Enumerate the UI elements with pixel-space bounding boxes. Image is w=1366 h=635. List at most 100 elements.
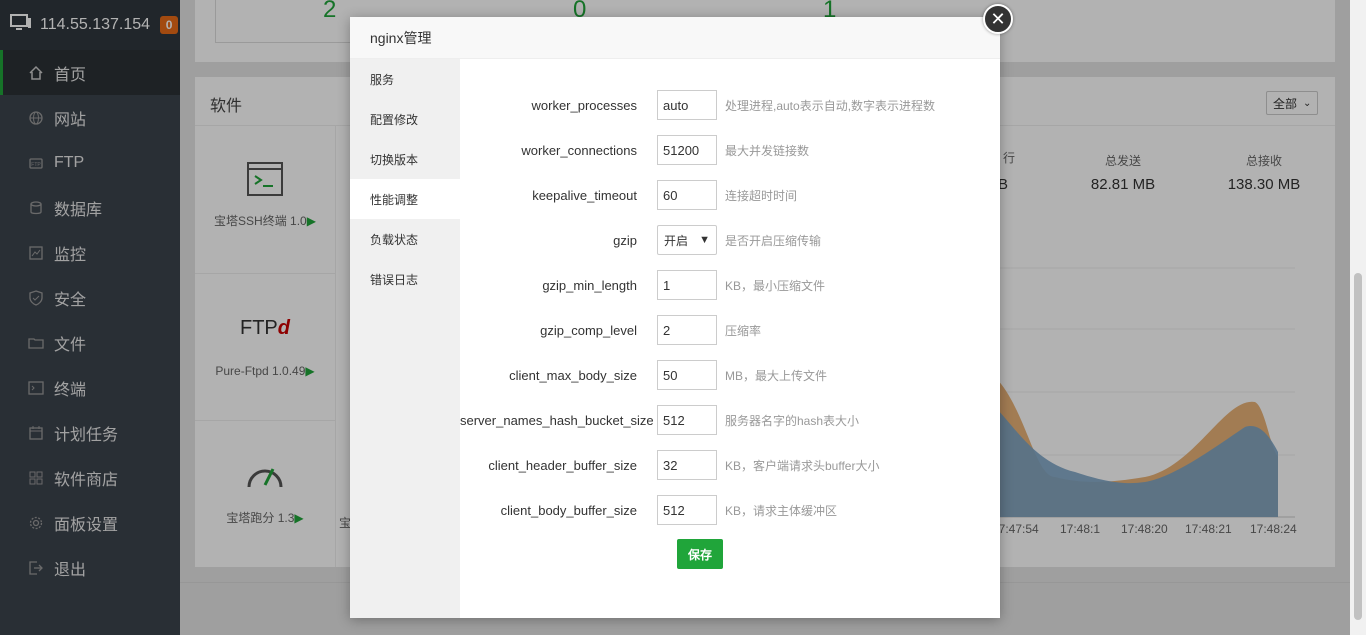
form-row: gzip_min_length 1 KB，最小压缩文件 — [460, 269, 1000, 301]
sidebar-item-label: 终端 — [54, 381, 87, 399]
logout-icon — [28, 560, 44, 576]
filter-select[interactable]: 全部 ⌄ — [1266, 91, 1318, 115]
sidebar-item-files[interactable]: 文件 — [0, 320, 180, 365]
software-title: 软件 — [210, 98, 243, 115]
stat-value[interactable]: 2 — [323, 0, 336, 24]
field-hint: 最大并发链接数 — [725, 143, 810, 158]
ftp-icon: FTP — [28, 155, 44, 171]
client-body-buffer-size-input[interactable]: 512 — [657, 495, 717, 525]
form-row: server_names_hash_bucket_size 512 服务器名字的… — [460, 404, 1000, 436]
x-tick-label: 17:48:20 — [1121, 522, 1168, 536]
sidebar-item-store[interactable]: 软件商店 — [0, 455, 180, 500]
form-row: client_body_buffer_size 512 KB，请求主体缓冲区 — [460, 494, 1000, 526]
software-item[interactable]: 宝塔SSH终端 1.0▶ — [195, 162, 335, 229]
gzip-min-length-input[interactable]: 1 — [657, 270, 717, 300]
field-hint: 连接超时时间 — [725, 188, 798, 203]
network-chart — [995, 267, 1295, 518]
database-icon — [28, 200, 44, 216]
software-item[interactable]: 宝塔跑分 1.3▶ — [195, 457, 335, 526]
terminal-icon — [247, 162, 283, 196]
server-names-hash-bucket-size-input[interactable]: 512 — [657, 405, 717, 435]
x-tick-label: 17:48:1 — [1060, 522, 1101, 536]
server-ip: 114.55.137.154 — [40, 16, 151, 33]
sidebar-item-website[interactable]: 网站 — [0, 95, 180, 140]
worker-processes-input[interactable]: auto — [657, 90, 717, 120]
menu-item-error-log[interactable]: 错误日志 — [350, 259, 460, 299]
terminal-icon — [28, 380, 44, 396]
keepalive-timeout-input[interactable]: 60 — [657, 180, 717, 210]
gzip-comp-level-input[interactable]: 2 — [657, 315, 717, 345]
software-name: Pure-Ftpd 1.0.49 — [215, 364, 306, 378]
gear-icon — [28, 515, 44, 531]
field-label: worker_connections — [521, 142, 637, 158]
play-icon[interactable]: ▶ — [294, 511, 303, 525]
divider — [195, 420, 335, 421]
menu-item-version[interactable]: 切换版本 — [350, 139, 460, 179]
divider — [195, 273, 335, 274]
field-hint: KB，最小压缩文件 — [725, 278, 826, 293]
chevron-down-icon: ⌄ — [1303, 97, 1312, 109]
net-label-partial: 行 — [1003, 151, 1016, 165]
page-scrollbar[interactable] — [1350, 0, 1366, 635]
software-name: 宝塔SSH终端 1.0 — [214, 214, 307, 228]
globe-icon — [28, 110, 44, 126]
field-hint: 服务器名字的hash表大小 — [725, 413, 860, 428]
form-row: client_max_body_size 50 MB，最大上传文件 — [460, 359, 1000, 391]
form-row: keepalive_timeout 60 连接超时时间 — [460, 179, 1000, 211]
form-row: worker_processes auto 处理进程,auto表示自动,数字表示… — [460, 89, 1000, 121]
sidebar-item-logout[interactable]: 退出 — [0, 545, 180, 590]
form-row: gzip 开启 ▼ 是否开启压缩传输 — [460, 224, 1000, 256]
field-label: worker_processes — [531, 97, 638, 113]
monitor-icon — [10, 13, 32, 37]
sidebar-item-security[interactable]: 安全 — [0, 275, 180, 320]
filter-value: 全部 — [1273, 96, 1298, 111]
shield-icon — [28, 289, 44, 306]
grid-icon — [28, 470, 44, 486]
client-header-buffer-size-input[interactable]: 32 — [657, 450, 717, 480]
play-icon[interactable]: ▶ — [305, 364, 314, 378]
sent-label: 总发送 — [1104, 154, 1141, 168]
modal-menu: 服务 配置修改 切换版本 性能调整 负载状态 错误日志 — [350, 59, 460, 618]
menu-item-performance[interactable]: 性能调整 — [350, 179, 460, 219]
field-label: gzip_comp_level — [540, 322, 637, 338]
sidebar-item-label: 安全 — [54, 291, 87, 309]
sidebar-item-monitor[interactable]: 监控 — [0, 230, 180, 275]
chart-icon — [28, 245, 44, 261]
form-row: client_header_buffer_size 32 KB，客户端请求头bu… — [460, 449, 1000, 481]
field-label: client_body_buffer_size — [500, 502, 637, 518]
software-item[interactable]: FTPd Pure-Ftpd 1.0.49▶ — [195, 317, 335, 378]
sidebar-item-database[interactable]: 数据库 — [0, 185, 180, 230]
sidebar: 114.55.137.154 0 首页 网站 FTP FTP 数据库 监控 安全 … — [0, 0, 180, 635]
sidebar-item-ftp[interactable]: FTP FTP — [0, 140, 180, 185]
sent-value: 82.81 MB — [1090, 176, 1156, 193]
sidebar-item-label: 面板设置 — [54, 516, 119, 534]
menu-item-config[interactable]: 配置修改 — [350, 99, 460, 139]
sidebar-item-terminal[interactable]: 终端 — [0, 365, 180, 410]
recv-value: 138.30 MB — [1227, 176, 1301, 193]
scrollbar-thumb[interactable] — [1354, 273, 1362, 620]
menu-item-load-status[interactable]: 负载状态 — [350, 219, 460, 259]
sidebar-item-label: 首页 — [54, 66, 87, 84]
sidebar-item-settings[interactable]: 面板设置 — [0, 500, 180, 545]
close-icon[interactable]: ✕ — [983, 4, 1013, 34]
notification-badge[interactable]: 0 — [160, 16, 179, 34]
field-hint: MB，最大上传文件 — [725, 368, 828, 383]
server-header: 114.55.137.154 0 — [0, 0, 180, 50]
field-label: client_header_buffer_size — [488, 457, 637, 473]
gzip-select[interactable]: 开启 ▼ — [657, 225, 717, 255]
field-label: server_names_hash_bucket_size — [460, 412, 654, 428]
menu-item-service[interactable]: 服务 — [350, 59, 460, 99]
speedometer-icon — [245, 457, 285, 491]
save-button[interactable]: 保存 — [677, 539, 723, 569]
field-label: client_max_body_size — [509, 367, 637, 383]
client-max-body-size-input[interactable]: 50 — [657, 360, 717, 390]
form-row: worker_connections 51200 最大并发链接数 — [460, 134, 1000, 166]
software-name: 宝塔跑分 1.3 — [226, 511, 295, 525]
sidebar-item-home[interactable]: 首页 — [0, 50, 180, 95]
svg-text:FTP: FTP — [31, 162, 41, 168]
worker-connections-input[interactable]: 51200 — [657, 135, 717, 165]
home-icon — [28, 65, 44, 81]
play-icon[interactable]: ▶ — [307, 214, 316, 228]
sidebar-item-label: 计划任务 — [54, 426, 119, 444]
sidebar-item-cron[interactable]: 计划任务 — [0, 410, 180, 455]
